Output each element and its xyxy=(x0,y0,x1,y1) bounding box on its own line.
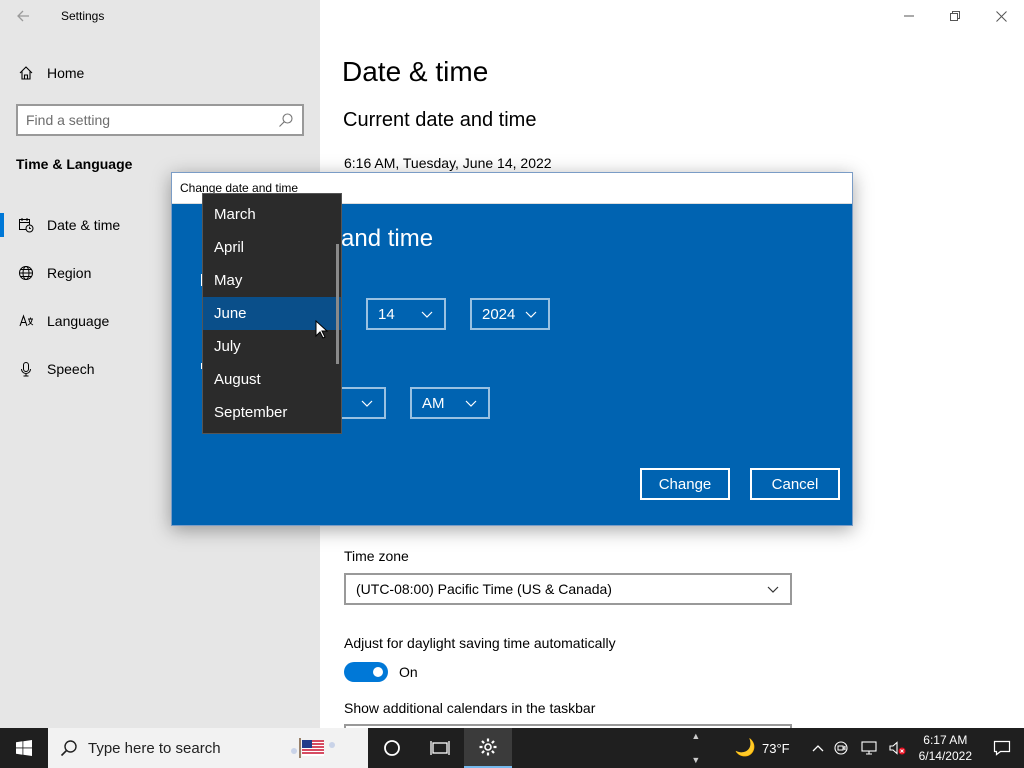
ampm-value: AM xyxy=(422,394,445,412)
year-select[interactable]: 2024 xyxy=(470,298,550,330)
notification-icon xyxy=(993,740,1011,756)
close-button[interactable] xyxy=(978,0,1024,32)
dst-toggle-row: On xyxy=(344,662,418,682)
settings-search-input[interactable] xyxy=(26,112,278,128)
meet-now-button[interactable] xyxy=(829,728,855,768)
nav-home-label: Home xyxy=(47,65,85,81)
volume-muted-icon xyxy=(889,741,906,755)
taskbar-search[interactable] xyxy=(48,728,368,768)
dropdown-scrollbar[interactable] xyxy=(336,244,339,364)
weather-temp: 73°F xyxy=(762,740,790,756)
nav-home[interactable]: Home xyxy=(16,61,84,85)
mouse-cursor-icon xyxy=(315,320,329,339)
language-icon xyxy=(16,311,36,331)
settings-search[interactable] xyxy=(16,104,304,136)
chevron-down-icon xyxy=(361,400,373,407)
sidebar-item-label: Speech xyxy=(47,361,95,377)
system-tray: ▲ ▼ 🌙 73°F 6:17 AM 6/14/2022 xyxy=(688,728,1024,768)
calendars-label: Show additional calendars in the taskbar xyxy=(344,700,596,716)
search-icon xyxy=(60,740,77,757)
current-datetime: 6:16 AM, Tuesday, June 14, 2022 xyxy=(344,155,552,171)
taskbar: ▲ ▼ 🌙 73°F 6:17 AM 6/14/2022 xyxy=(0,728,1024,768)
cortana-button[interactable] xyxy=(368,728,416,768)
chevron-down-icon[interactable]: ▼ xyxy=(691,755,700,765)
app-title: Settings xyxy=(61,9,105,23)
chevron-down-icon xyxy=(767,586,779,593)
month-option[interactable]: May xyxy=(203,264,341,297)
chevron-down-icon xyxy=(421,311,433,318)
network-button[interactable] xyxy=(855,728,883,768)
camera-icon xyxy=(834,741,848,755)
section-title: Time & Language xyxy=(16,156,133,172)
ampm-select[interactable]: AM xyxy=(410,387,490,419)
restore-button[interactable] xyxy=(932,0,978,32)
minimize-icon xyxy=(904,15,914,17)
windows-logo-icon xyxy=(16,740,32,756)
change-button[interactable]: Change xyxy=(640,468,730,500)
back-arrow-icon xyxy=(17,10,29,22)
clock-date: 6/14/2022 xyxy=(918,749,972,763)
chevron-down-icon xyxy=(525,311,537,318)
microphone-icon xyxy=(16,359,36,379)
day-value: 14 xyxy=(378,305,395,323)
moon-icon: 🌙 xyxy=(734,738,756,757)
dialog-heading: and time xyxy=(341,225,434,252)
task-view-button[interactable] xyxy=(416,728,464,768)
search-icon[interactable] xyxy=(278,112,294,128)
dst-state: On xyxy=(399,664,418,680)
timezone-select[interactable]: (UTC-08:00) Pacific Time (US & Canada) xyxy=(344,573,792,605)
taskbar-search-input[interactable] xyxy=(88,739,278,757)
taskbar-clock[interactable]: 6:17 AM 6/14/2022 xyxy=(911,732,980,764)
cancel-button[interactable]: Cancel xyxy=(750,468,840,500)
start-button[interactable] xyxy=(0,728,48,768)
chevron-up-icon[interactable]: ▲ xyxy=(691,731,700,741)
page-title: Date & time xyxy=(342,56,489,87)
timezone-label: Time zone xyxy=(344,548,409,564)
chevron-up-icon xyxy=(812,745,824,752)
dst-label: Adjust for daylight saving time automati… xyxy=(344,635,616,651)
weather-widget[interactable]: 🌙 73°F xyxy=(730,728,795,768)
title-bar: Settings xyxy=(0,0,320,32)
minimize-button[interactable] xyxy=(886,0,932,32)
show-hidden-icons-button[interactable] xyxy=(807,728,829,768)
taskbar-scroll[interactable]: ▲ ▼ xyxy=(688,728,704,768)
task-view-icon xyxy=(430,741,450,755)
window-controls xyxy=(886,0,1024,32)
month-option[interactable]: April xyxy=(203,231,341,264)
section-subtitle: Current date and time xyxy=(343,109,537,131)
gear-icon xyxy=(479,738,497,756)
clock-time: 6:17 AM xyxy=(923,733,968,747)
timezone-value: (UTC-08:00) Pacific Time (US & Canada) xyxy=(356,581,612,597)
back-button[interactable] xyxy=(0,0,46,32)
us-flag-icon xyxy=(291,738,335,758)
sidebar-item-label: Region xyxy=(47,265,92,281)
network-icon xyxy=(861,741,877,755)
dst-toggle[interactable] xyxy=(344,662,388,682)
sidebar-item-label: Date & time xyxy=(47,217,121,233)
month-option[interactable]: September xyxy=(203,396,341,429)
action-center-button[interactable] xyxy=(980,728,1024,768)
sidebar-item-label: Language xyxy=(47,313,110,329)
month-option[interactable]: March xyxy=(203,198,341,231)
volume-button[interactable] xyxy=(883,728,911,768)
day-select[interactable]: 14 xyxy=(366,298,446,330)
year-value: 2024 xyxy=(482,305,516,323)
settings-taskbar-button[interactable] xyxy=(464,728,512,768)
globe-icon xyxy=(16,263,36,283)
month-option[interactable]: August xyxy=(203,363,341,396)
cortana-icon xyxy=(384,740,400,756)
month-dropdown-list[interactable]: March April May June July August Septemb… xyxy=(202,193,342,434)
close-icon xyxy=(995,10,1007,22)
calendar-clock-icon xyxy=(16,215,36,235)
restore-icon xyxy=(950,11,960,21)
chevron-down-icon xyxy=(465,400,477,407)
home-icon xyxy=(16,63,36,83)
